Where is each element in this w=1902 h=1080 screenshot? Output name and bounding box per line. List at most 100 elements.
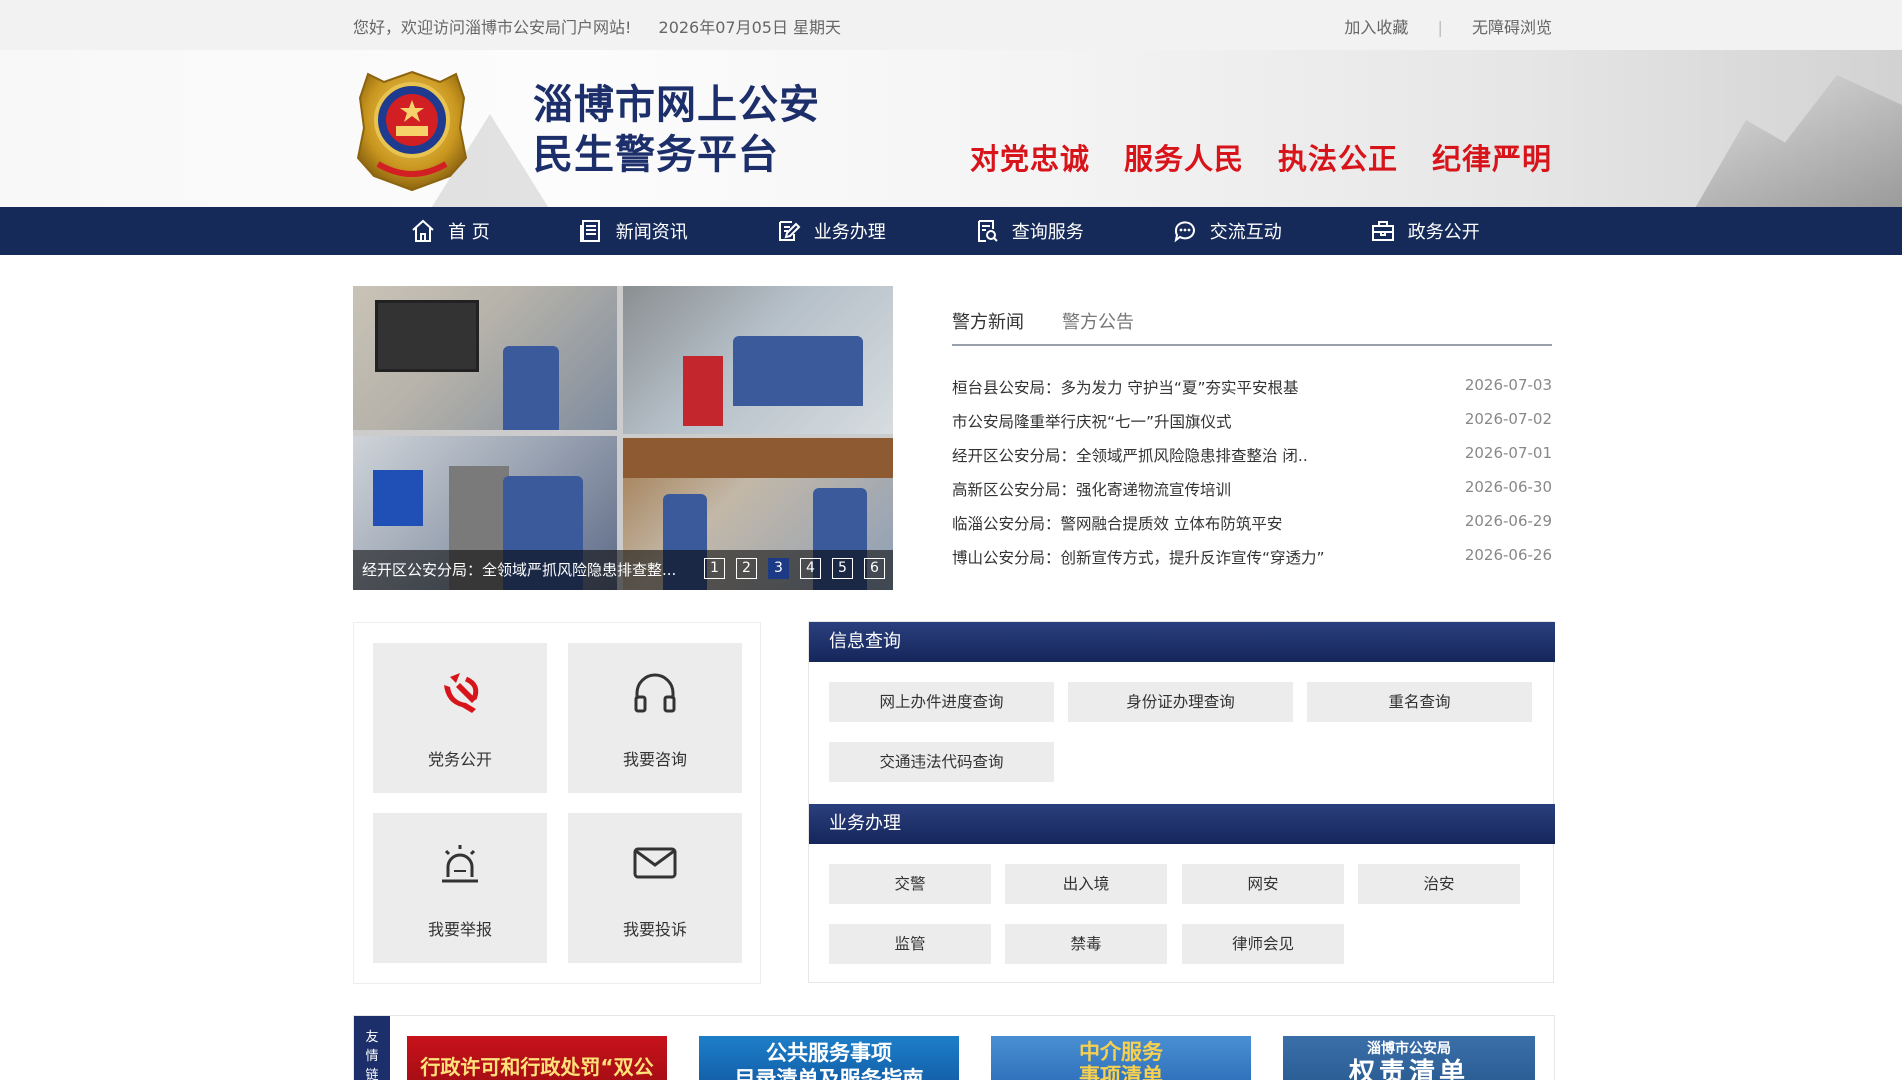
service-party-affairs[interactable]: 党务公开 bbox=[373, 643, 547, 793]
list-item[interactable]: 市公安局隆重举行庆祝“七一”升国旗仪式 2026-07-02 bbox=[952, 410, 1552, 444]
photo-extinguisher bbox=[683, 356, 723, 426]
query-button-name[interactable]: 重名查询 bbox=[1307, 682, 1532, 722]
slider-caption-bar: 经开区公安分局：全领域严抓风险隐患排查整... 1 2 3 4 5 6 bbox=[353, 550, 893, 590]
newspaper-icon bbox=[579, 220, 600, 242]
business-button-anti-drug[interactable]: 禁毒 bbox=[1005, 924, 1167, 964]
photo-building bbox=[623, 438, 893, 478]
slider-page-button[interactable]: 5 bbox=[832, 558, 853, 579]
nav-item-home[interactable]: 首 页 bbox=[410, 207, 490, 255]
nav-item-label: 业务办理 bbox=[813, 222, 886, 243]
service-label: 我要举报 bbox=[427, 920, 492, 939]
news-date: 2026-07-02 bbox=[1464, 410, 1552, 428]
alarm-light-icon bbox=[442, 845, 478, 883]
business-button-cyber[interactable]: 网安 bbox=[1182, 864, 1344, 904]
slide-photo bbox=[353, 286, 617, 430]
business-button-lawyer-meeting[interactable]: 律师会见 bbox=[1182, 924, 1344, 964]
link-banner-public-service[interactable]: 公共服务事项 目录清单及服务指南 bbox=[699, 1036, 959, 1080]
nav-item-label: 政务公开 bbox=[1407, 222, 1480, 243]
main-nav: 首 页 新闻资讯 业务办理 查询服务 交流互动 政务公开 bbox=[0, 207, 1902, 255]
links-side-char: 友 bbox=[365, 1030, 379, 1045]
news-date: 2026-06-30 bbox=[1464, 478, 1552, 496]
business-button-exit-entry[interactable]: 出入境 bbox=[1005, 864, 1167, 904]
service-label: 我要咨询 bbox=[622, 750, 687, 769]
nav-item-news[interactable]: 新闻资讯 bbox=[578, 207, 688, 255]
list-item[interactable]: 经开区公安分局：全领域严抓风险隐患排查整治 闭.. 2026-07-01 bbox=[952, 444, 1552, 478]
slogan: 执法公正 bbox=[1277, 142, 1398, 176]
query-business-panel: 信息查询 网上办件进度查询 身份证办理查询 重名查询 交通违法代码查询 业务办理… bbox=[808, 621, 1555, 983]
accessible-link[interactable]: 无障碍浏览 bbox=[1472, 18, 1552, 37]
slider-caption[interactable]: 经开区公安分局：全领域严抓风险隐患排查整... bbox=[362, 559, 702, 580]
query-button-idcard[interactable]: 身份证办理查询 bbox=[1068, 682, 1293, 722]
query-button-progress[interactable]: 网上办件进度查询 bbox=[829, 682, 1054, 722]
headset-icon bbox=[634, 673, 676, 713]
news-title[interactable]: 桓台县公安局：多为发力 守护当“夏”夯实平安根基 bbox=[952, 376, 1432, 410]
news-slider[interactable]: 经开区公安分局：全领域严抓风险隐患排查整... 1 2 3 4 5 6 bbox=[353, 286, 893, 590]
tab-police-news[interactable]: 警方新闻 bbox=[952, 300, 1024, 344]
top-links: 加入收藏 | 无障碍浏览 bbox=[1344, 14, 1552, 38]
nav-item-interact[interactable]: 交流互动 bbox=[1172, 207, 1282, 255]
link-banner-intermediary[interactable]: 中介服务 事项清单 bbox=[991, 1036, 1251, 1080]
nav-item-label: 交流互动 bbox=[1209, 222, 1282, 243]
envelope-icon bbox=[633, 847, 677, 879]
bookmark-link[interactable]: 加入收藏 bbox=[1344, 18, 1408, 37]
tab-police-notice[interactable]: 警方公告 bbox=[1062, 300, 1134, 344]
business-button-traffic[interactable]: 交警 bbox=[829, 864, 991, 904]
service-report[interactable]: 我要举报 bbox=[373, 813, 547, 963]
news-date: 2026-06-26 bbox=[1464, 546, 1552, 564]
news-date: 2026-07-03 bbox=[1464, 376, 1552, 394]
service-tiles: 党务公开 我要咨询 我要举报 我要投诉 bbox=[353, 622, 761, 984]
service-complaint[interactable]: 我要投诉 bbox=[568, 813, 742, 963]
edit-icon bbox=[778, 221, 801, 241]
list-item[interactable]: 桓台县公安局：多为发力 守护当“夏”夯实平安根基 2026-07-03 bbox=[952, 376, 1552, 410]
slider-page-button[interactable]: 6 bbox=[864, 558, 885, 579]
slider-pagination: 1 2 3 4 5 6 bbox=[704, 558, 885, 579]
list-item[interactable]: 高新区公安分局：强化寄递物流宣传培训 2026-06-30 bbox=[952, 478, 1552, 512]
site-title-line2: 民生警务平台 bbox=[533, 132, 779, 178]
news-title[interactable]: 高新区公安分局：强化寄递物流宣传培训 bbox=[952, 478, 1432, 512]
business-button-supervision[interactable]: 监管 bbox=[829, 924, 991, 964]
link-banner-dual-publicity[interactable]: 行政许可和行政处罚“双公示” bbox=[407, 1036, 667, 1080]
home-icon bbox=[412, 219, 434, 242]
links-side-label: 友 情 链 bbox=[354, 1016, 390, 1080]
slider-page-button[interactable]: 1 bbox=[704, 558, 725, 579]
party-emblem-icon bbox=[444, 673, 479, 713]
photo-screen bbox=[375, 300, 479, 372]
banner-text: 中介服务 bbox=[1079, 1040, 1163, 1064]
news-tabs: 警方新闻 警方公告 bbox=[952, 300, 1552, 346]
business-button-public-security[interactable]: 治安 bbox=[1358, 864, 1520, 904]
service-consult[interactable]: 我要咨询 bbox=[568, 643, 742, 793]
query-section-title: 信息查询 bbox=[809, 622, 1555, 662]
slider-page-button[interactable]: 2 bbox=[736, 558, 757, 579]
site-title-line1: 淄博市网上公安 bbox=[533, 82, 820, 128]
service-label: 党务公开 bbox=[427, 750, 492, 769]
search-doc-icon bbox=[977, 220, 998, 242]
news-list: 桓台县公安局：多为发力 守护当“夏”夯实平安根基 2026-07-03 市公安局隆… bbox=[952, 376, 1552, 580]
link-banner-power-list[interactable]: 淄博市公安局 权责清单 bbox=[1283, 1036, 1535, 1080]
nav-item-label: 查询服务 bbox=[1011, 222, 1084, 243]
slider-page-button[interactable]: 4 bbox=[800, 558, 821, 579]
list-item[interactable]: 临淄公安分局：警网融合提质效 立体布防筑平安 2026-06-29 bbox=[952, 512, 1552, 546]
site-title: 淄博市网上公安 民生警务平台 bbox=[533, 80, 820, 180]
news-date: 2026-07-01 bbox=[1464, 444, 1552, 462]
list-item[interactable]: 博山公安分局：创新宣传方式，提升反诈宣传“穿透力” 2026-06-26 bbox=[952, 546, 1552, 580]
news-date: 2026-06-29 bbox=[1464, 512, 1552, 530]
news-title[interactable]: 临淄公安分局：警网融合提质效 立体布防筑平安 bbox=[952, 512, 1432, 546]
nav-item-label: 新闻资讯 bbox=[615, 222, 688, 243]
links-side-char: 情 bbox=[365, 1049, 379, 1064]
news-title[interactable]: 博山公安分局：创新宣传方式，提升反诈宣传“穿透力” bbox=[952, 546, 1432, 580]
nav-item-query[interactable]: 查询服务 bbox=[974, 207, 1084, 255]
nav-item-business[interactable]: 业务办理 bbox=[776, 207, 886, 255]
welcome-area: 您好，欢迎访问淄博市公安局门户网站! 2026年07月05日 星期天 bbox=[353, 14, 863, 38]
news-title[interactable]: 市公安局隆重举行庆祝“七一”升国旗仪式 bbox=[952, 410, 1432, 444]
site-header bbox=[0, 50, 1902, 207]
news-title[interactable]: 经开区公安分局：全领域严抓风险隐患排查整治 闭.. bbox=[952, 444, 1432, 478]
query-button-traffic-code[interactable]: 交通违法代码查询 bbox=[829, 742, 1054, 782]
links-side-char: 链 bbox=[365, 1068, 379, 1080]
briefcase-icon bbox=[1371, 221, 1394, 241]
banner-text: 淄博市公安局 bbox=[1367, 1041, 1451, 1057]
banner-text: 行政许可和行政处罚“双公示” bbox=[420, 1055, 654, 1079]
nav-item-affairs[interactable]: 政务公开 bbox=[1370, 207, 1480, 255]
slider-page-button-active[interactable]: 3 bbox=[768, 558, 789, 579]
top-bar: 您好，欢迎访问淄博市公安局门户网站! 2026年07月05日 星期天 加入收藏 … bbox=[0, 0, 1902, 50]
banner-text: 权责清单 bbox=[1348, 1058, 1469, 1080]
